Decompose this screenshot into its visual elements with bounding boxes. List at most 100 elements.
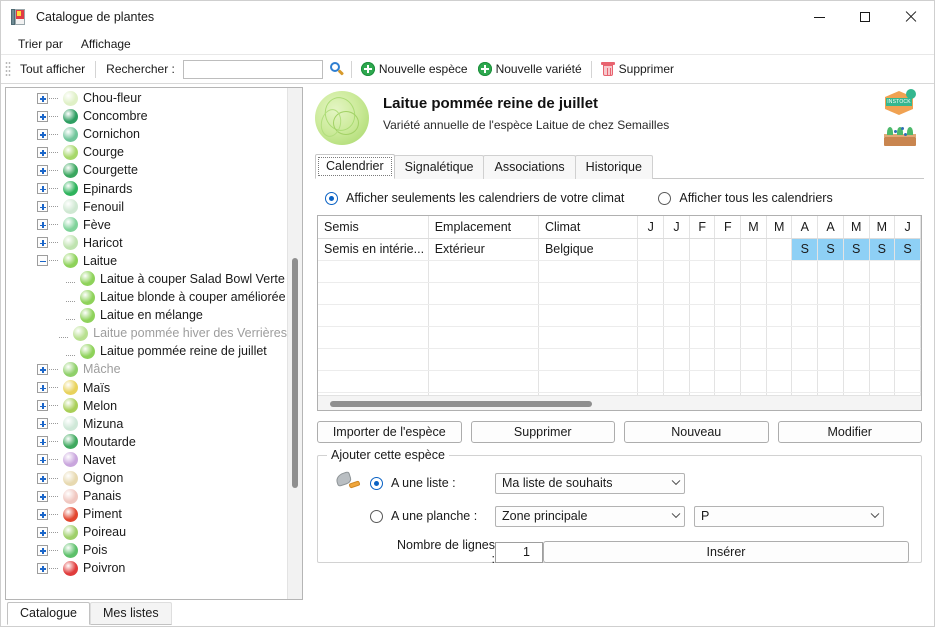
calendar-empty-cell[interactable] [637,348,665,371]
expand-icon[interactable] [37,237,48,249]
calendar-empty-cell[interactable] [740,260,767,283]
calendar-empty-cell[interactable] [766,348,793,371]
list-select[interactable]: Ma liste de souhaits [495,472,685,494]
calendar-empty-cell[interactable] [894,304,921,327]
calendar-month-cell[interactable]: S [817,238,844,261]
calendar-month-cell[interactable]: S [791,238,819,261]
menu-item-affichage[interactable]: Affichage [72,35,140,53]
calendar-empty-cell[interactable] [791,282,819,305]
tree-item[interactable]: Concombre [6,107,287,125]
expand-icon[interactable] [37,382,48,394]
calendar-month-header[interactable]: M [843,216,870,239]
calendar-empty-cell[interactable] [428,348,539,371]
calendar-empty-cell[interactable] [428,370,539,393]
calendar-empty-cell[interactable] [869,326,896,349]
calendar-empty-cell[interactable] [791,326,819,349]
tree-item[interactable]: Chou-fleur [6,89,287,107]
calendar-empty-cell[interactable] [538,282,639,305]
tree-item[interactable]: Cornichon [6,125,287,143]
calendar-empty-cell[interactable] [817,370,844,393]
calendar-month-cell[interactable] [689,238,716,261]
table-row-empty[interactable] [318,370,921,393]
tab-associations[interactable]: Associations [483,155,576,179]
expand-icon[interactable] [37,544,48,556]
tree-item[interactable]: Laitue à couper Salad Bowl Verte [6,270,287,288]
menu-item-trier-par[interactable]: Trier par [9,35,72,53]
tree-item[interactable]: Laitue pommée reine de juillet [6,342,287,360]
calendar-empty-cell[interactable] [843,348,870,371]
calendar-column-header[interactable]: Semis [318,216,429,239]
calendar-empty-cell[interactable] [689,348,716,371]
tree-item[interactable]: Poireau [6,523,287,541]
calendar-empty-cell[interactable] [894,370,921,393]
calendar-empty-cell[interactable] [689,326,716,349]
bed-select[interactable]: P [694,505,884,527]
calendar-empty-cell[interactable] [766,370,793,393]
table-row-empty[interactable] [318,326,921,349]
calendar-empty-cell[interactable] [663,304,690,327]
expand-icon[interactable] [37,183,48,195]
tree-item[interactable]: Fenouil [6,198,287,216]
expand-icon[interactable] [37,164,48,176]
calendar-month-header[interactable]: A [791,216,819,239]
tree-item[interactable]: Courge [6,143,287,161]
tree-item[interactable]: Moutarde [6,433,287,451]
expand-icon[interactable] [37,363,48,375]
calendar-empty-cell[interactable] [791,370,819,393]
tab-catalogue[interactable]: Catalogue [7,602,90,625]
calendar-empty-cell[interactable] [637,304,665,327]
rows-count-input[interactable]: 1 [495,541,543,563]
tree-item[interactable]: Oignon [6,469,287,487]
insert-button[interactable]: Insérer [543,541,909,563]
show-all-button[interactable]: Tout afficher [14,62,91,76]
calendar-hscrollbar-thumb[interactable] [330,401,592,407]
close-button[interactable] [888,1,934,33]
tree-item[interactable]: Laitue [6,252,287,270]
search-input[interactable] [183,60,322,78]
radio-all-calendars-label[interactable]: Afficher tous les calendriers [679,191,832,205]
calendar-empty-cell[interactable] [869,260,896,283]
expand-icon[interactable] [37,490,48,502]
table-row-empty[interactable] [318,304,921,327]
calendar-empty-cell[interactable] [318,370,429,393]
tree-item[interactable]: Haricot [6,234,287,252]
expand-icon[interactable] [37,508,48,520]
calendar-empty-cell[interactable] [637,282,665,305]
expand-icon[interactable] [37,219,48,231]
calendar-month-header[interactable]: J [894,216,921,239]
calendar-month-header[interactable]: J [663,216,690,239]
tab-mes-listes[interactable]: Mes listes [90,602,172,625]
tree-item[interactable]: Courgette [6,161,287,179]
expand-icon[interactable] [37,110,48,122]
table-row[interactable]: Semis en intérie... Extérieur Belgique S S S S… [318,238,921,261]
expand-icon[interactable] [37,201,48,213]
tree-item[interactable]: Mizuna [6,415,287,433]
tree-item[interactable]: Mâche [6,360,287,378]
edit-calendar-button[interactable]: Modifier [777,421,922,443]
calendar-month-header[interactable]: F [689,216,716,239]
expand-icon[interactable] [37,92,48,104]
calendar-empty-cell[interactable] [637,260,665,283]
calendar-empty-cell[interactable] [740,326,767,349]
calendar-empty-cell[interactable] [843,282,870,305]
calendar-empty-cell[interactable] [428,304,539,327]
calendar-empty-cell[interactable] [843,326,870,349]
calendar-month-cell[interactable]: S [843,238,870,261]
calendar-empty-cell[interactable] [714,370,742,393]
tree-item[interactable]: Poivron [6,559,287,577]
tab-calendrier[interactable]: Calendrier [315,154,395,179]
calendar-empty-cell[interactable] [428,326,539,349]
expand-icon[interactable] [37,400,48,412]
calendar-empty-cell[interactable] [869,348,896,371]
calendar-cell-semis[interactable]: Semis en intérie... [318,238,429,261]
tab-historique[interactable]: Historique [574,155,653,179]
calendar-month-header[interactable]: M [869,216,896,239]
calendar-empty-cell[interactable] [538,326,639,349]
new-species-button[interactable]: Nouvelle espèce [356,60,473,78]
calendar-empty-cell[interactable] [740,370,767,393]
calendar-empty-cell[interactable] [791,348,819,371]
maximize-button[interactable] [842,1,888,33]
search-input-wrap[interactable] [182,59,323,79]
calendar-hscrollbar[interactable] [318,395,921,410]
calendar-empty-cell[interactable] [714,326,742,349]
